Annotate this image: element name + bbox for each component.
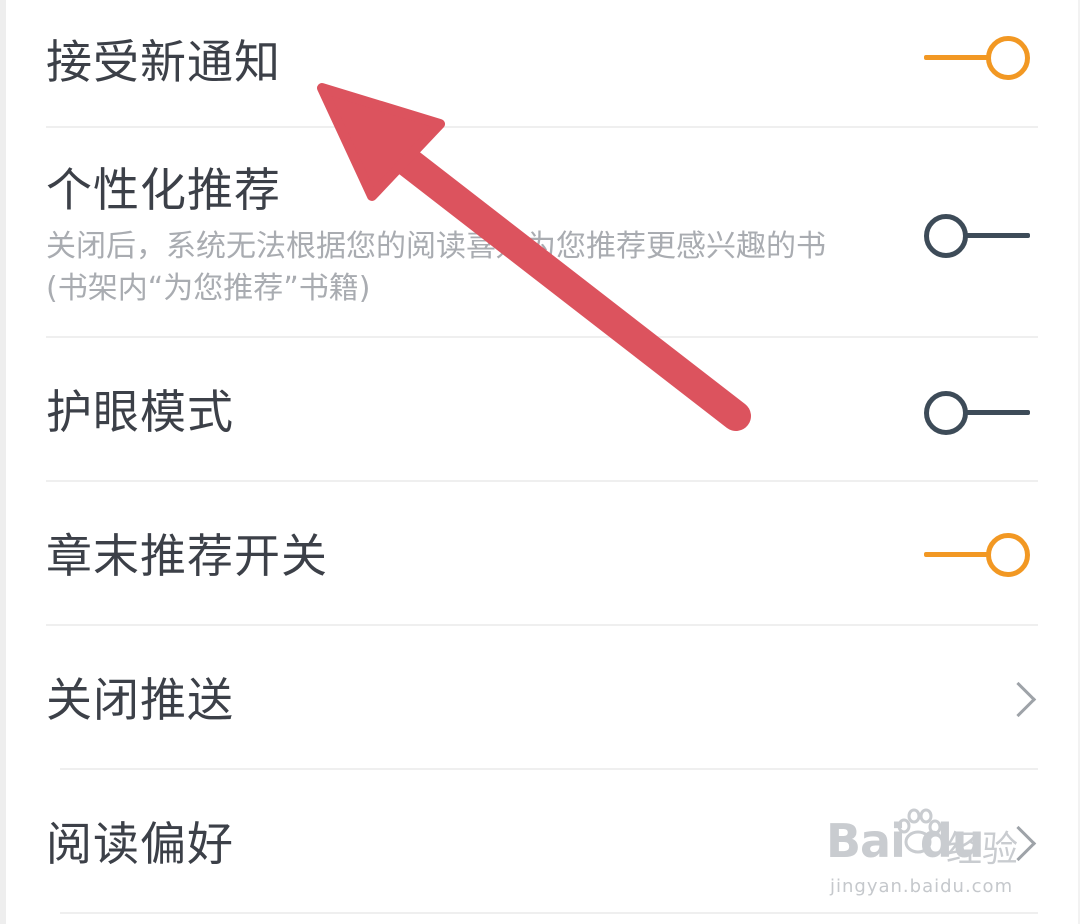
watermark-url: jingyan.baidu.com	[830, 876, 1014, 897]
eye-protection-toggle[interactable]	[924, 391, 1030, 435]
personalized-recommendation-description: 关闭后，系统无法根据您的阅读喜好为您推荐更感兴趣的书(书架内“为您推荐”书籍)	[46, 229, 826, 306]
close-push-label: 关闭推送	[46, 673, 234, 727]
setting-row-chapter-end-recommendation[interactable]: 章末推荐开关	[46, 524, 1036, 592]
toggle-track	[960, 233, 1030, 238]
eye-protection-label: 护眼模式	[46, 385, 234, 439]
baidu-paw-icon	[897, 808, 942, 854]
divider	[46, 480, 1038, 482]
chapter-end-recommendation-label: 章末推荐开关	[46, 529, 328, 583]
toggle-knob	[986, 533, 1030, 577]
toggle-track	[960, 410, 1030, 415]
divider	[46, 624, 1038, 626]
setting-row-receive-notifications[interactable]: 接受新通知	[46, 30, 1036, 98]
receive-notifications-toggle[interactable]	[924, 36, 1030, 80]
setting-row-personalized-recommendation[interactable]: 个性化推荐 关闭后，系统无法根据您的阅读喜好为您推荐更感兴趣的书(书架内“为您推…	[46, 160, 1036, 310]
receive-notifications-label: 接受新通知	[46, 35, 281, 89]
divider	[60, 768, 1038, 770]
watermark-jingyan-text: 经验	[946, 829, 1019, 870]
divider	[60, 912, 1038, 914]
baidu-jingyan-watermark: Bai du 经验 jingyan.baidu.com	[826, 804, 1036, 904]
personalized-recommendation-label: 个性化推荐	[46, 163, 281, 217]
toggle-knob	[924, 214, 968, 258]
divider	[46, 336, 1038, 338]
setting-row-eye-protection[interactable]: 护眼模式	[46, 380, 1036, 448]
divider	[46, 126, 1038, 128]
reading-preferences-label: 阅读偏好	[46, 817, 234, 871]
toggle-knob	[986, 36, 1030, 80]
toggle-knob	[924, 391, 968, 435]
chapter-end-recommendation-toggle[interactable]	[924, 533, 1030, 577]
left-edge-shadow	[0, 0, 6, 924]
personalized-recommendation-toggle[interactable]	[924, 214, 1030, 258]
setting-row-close-push[interactable]: 关闭推送	[46, 668, 1036, 736]
annotation-arrow-icon	[317, 83, 751, 431]
